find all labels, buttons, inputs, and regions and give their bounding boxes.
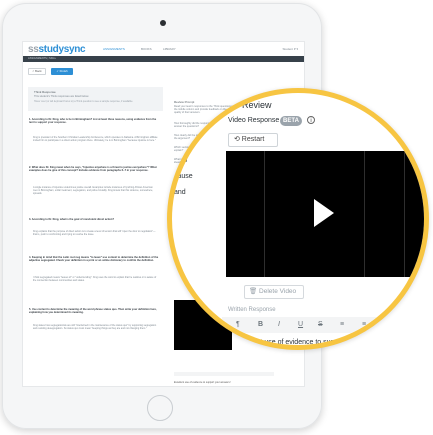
question-5[interactable]: 5. Use context to determine the meaning … [29,308,159,314]
play-icon[interactable] [314,199,334,227]
comment-preview: Excellent use of evidence to support you… [174,381,231,384]
question-3[interactable]: 3. According to Dr. King, what is the go… [29,218,159,221]
video-divider [404,151,405,277]
nav-assignments[interactable]: ASSIGNMENTS [103,47,125,51]
review-heading: Review [242,100,272,110]
delete-video-button[interactable]: 🗑 Delete Video [244,285,304,299]
box-note: Hover over (or tab keyboard focus to) a … [34,100,134,103]
camera-dot [160,20,166,26]
answer-2: A single instance of injustice undermine… [33,186,153,196]
question-4[interactable]: 4. Keeping in mind that the Latin root n… [29,256,159,262]
nav-books[interactable]: BOOKS [141,47,152,51]
home-button[interactable] [147,395,173,421]
answer-3: King explains that the purpose of direct… [33,230,156,237]
question-1[interactable]: 1. According to Dr. King, who is he in B… [29,118,159,124]
finish-button[interactable]: ✓ Finish [51,68,73,75]
video-divider [364,151,365,277]
text-fragment-3: cause [174,173,193,180]
think-response-box: Think Response This student's Think resp… [28,87,163,111]
editor-toolbar: ¶ B I U S ≡ ≡ ☰ ☺ [222,317,424,333]
breadcrumb: ASSIGNMENTS | SKILL [23,56,304,62]
box-title: Think Response [34,90,56,94]
strikethrough-icon[interactable]: S [318,321,323,328]
text-fragment-4: and [174,189,186,196]
logo[interactable]: ssstudysync [28,44,86,55]
beta-badge: BETA [280,116,302,126]
video-divider [264,151,265,277]
answer-5: King states how segregationists are stil… [33,324,157,331]
emoji-icon[interactable]: ☺ [406,321,413,328]
bold-icon[interactable]: B [258,321,263,328]
user-menu[interactable]: Student P ▾ [283,47,298,51]
restart-button[interactable]: ⟲ Restart [228,133,278,147]
box-subtitle: This student's Think responses are liste… [34,95,89,98]
top-bar: ssstudysync ASSIGNMENTS BOOKS LIBRARY St… [23,42,304,57]
back-button[interactable]: < Back [28,68,46,75]
logo-mark: ss [28,44,39,55]
underline-icon[interactable]: U [298,321,303,328]
breadcrumb-text: ASSIGNMENTS | SKILL [28,57,57,60]
video-response-label: Video Response [228,117,280,124]
align-icon[interactable]: ☰ [384,321,390,329]
question-2[interactable]: 2. What does Dr. King mean when he says,… [29,166,159,172]
answer-1: King is president of the Southern Christ… [33,136,158,143]
written-response-text[interactable]: Excellent use of evidence to support you… [234,339,392,345]
unordered-list-icon[interactable]: ≡ [362,321,366,328]
logo-name: studysync [38,44,86,55]
answer-4: I think segregated means "leaves of" or … [33,276,157,283]
info-icon[interactable]: i [307,116,315,124]
text-fragment-2: help [174,157,188,164]
nav-library[interactable]: LIBRARY [163,47,176,51]
editor-toolbar-small [174,372,274,376]
written-response-label: Written Response [228,307,276,313]
italic-icon[interactable]: I [278,321,280,328]
ordered-list-icon[interactable]: ≡ [340,321,344,328]
magnifier-lens: Review Video Response BETA i ⟲ Restart e… [167,88,429,350]
video-player[interactable] [226,151,424,277]
text-fragment-1: e of [174,133,186,140]
paragraph-icon[interactable]: ¶ [236,321,240,328]
